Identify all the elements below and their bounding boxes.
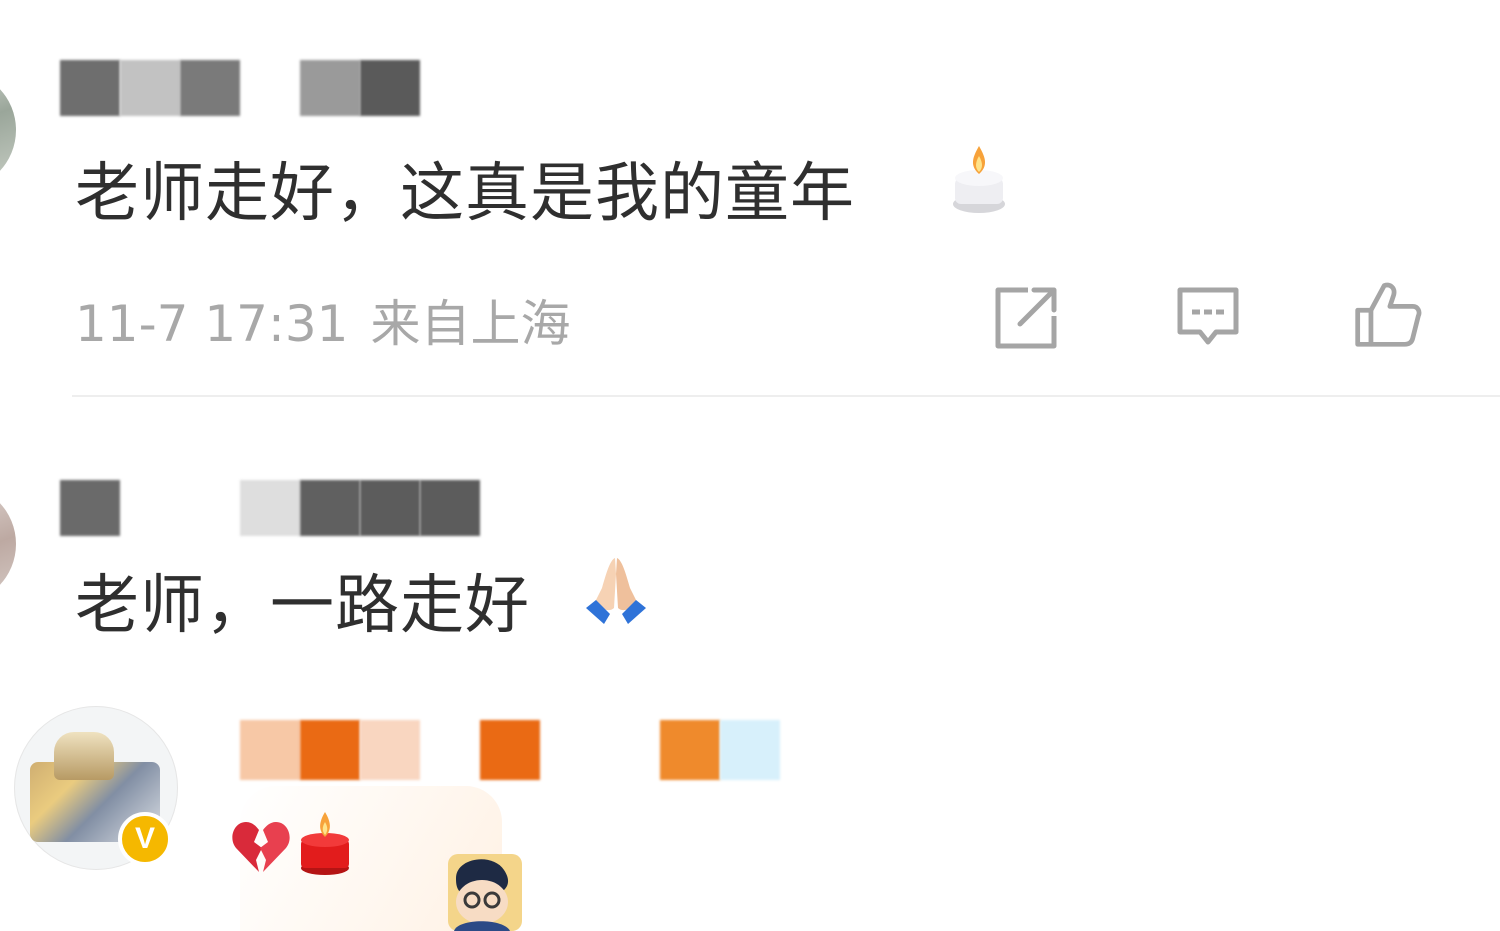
redaction-block [300,480,360,536]
username-redacted[interactable] [60,480,480,536]
thumbs-up-icon[interactable] [1352,278,1424,350]
redaction-block [240,720,300,780]
share-icon[interactable] [990,282,1062,354]
comment-icon[interactable] [1172,282,1244,354]
divider [72,395,1500,397]
redaction-block [300,720,360,780]
redaction-block [720,720,780,780]
comment-text: 老师走好，这真是我的童年 [75,157,855,231]
character-sticker-icon [448,854,522,931]
comment-meta: 11-7 17:31 来自上海 [75,284,570,356]
redaction-block [120,60,180,116]
comment-text: 老师，一路走好 [75,569,530,643]
folded-hands-icon [586,558,646,624]
broken-heart-icon [232,822,290,872]
redaction-block [360,60,420,116]
avatar[interactable] [0,484,16,604]
redaction-block [240,480,300,536]
comment-thread: 老师走好，这真是我的童年 11-7 17:31 来自上海 老师，一路走好 V [0,0,1500,931]
timestamp: 11-7 17:31 [75,295,349,353]
redaction-block [360,480,420,536]
avatar[interactable] [0,70,16,190]
redaction-block [60,60,120,116]
location: 来自上海 [370,295,571,353]
avatar-art [54,732,114,780]
redaction-block [360,720,420,780]
redaction-block [60,480,120,536]
red-candle-icon [301,812,349,875]
redaction-block [300,60,360,116]
username-redacted[interactable] [60,60,440,116]
username-redacted[interactable] [240,720,780,780]
candle-icon [953,146,1005,213]
verified-badge: V [118,812,172,866]
redaction-block [660,720,720,780]
redaction-block [420,480,480,536]
redaction-block [480,720,540,780]
redaction-block [180,60,240,116]
